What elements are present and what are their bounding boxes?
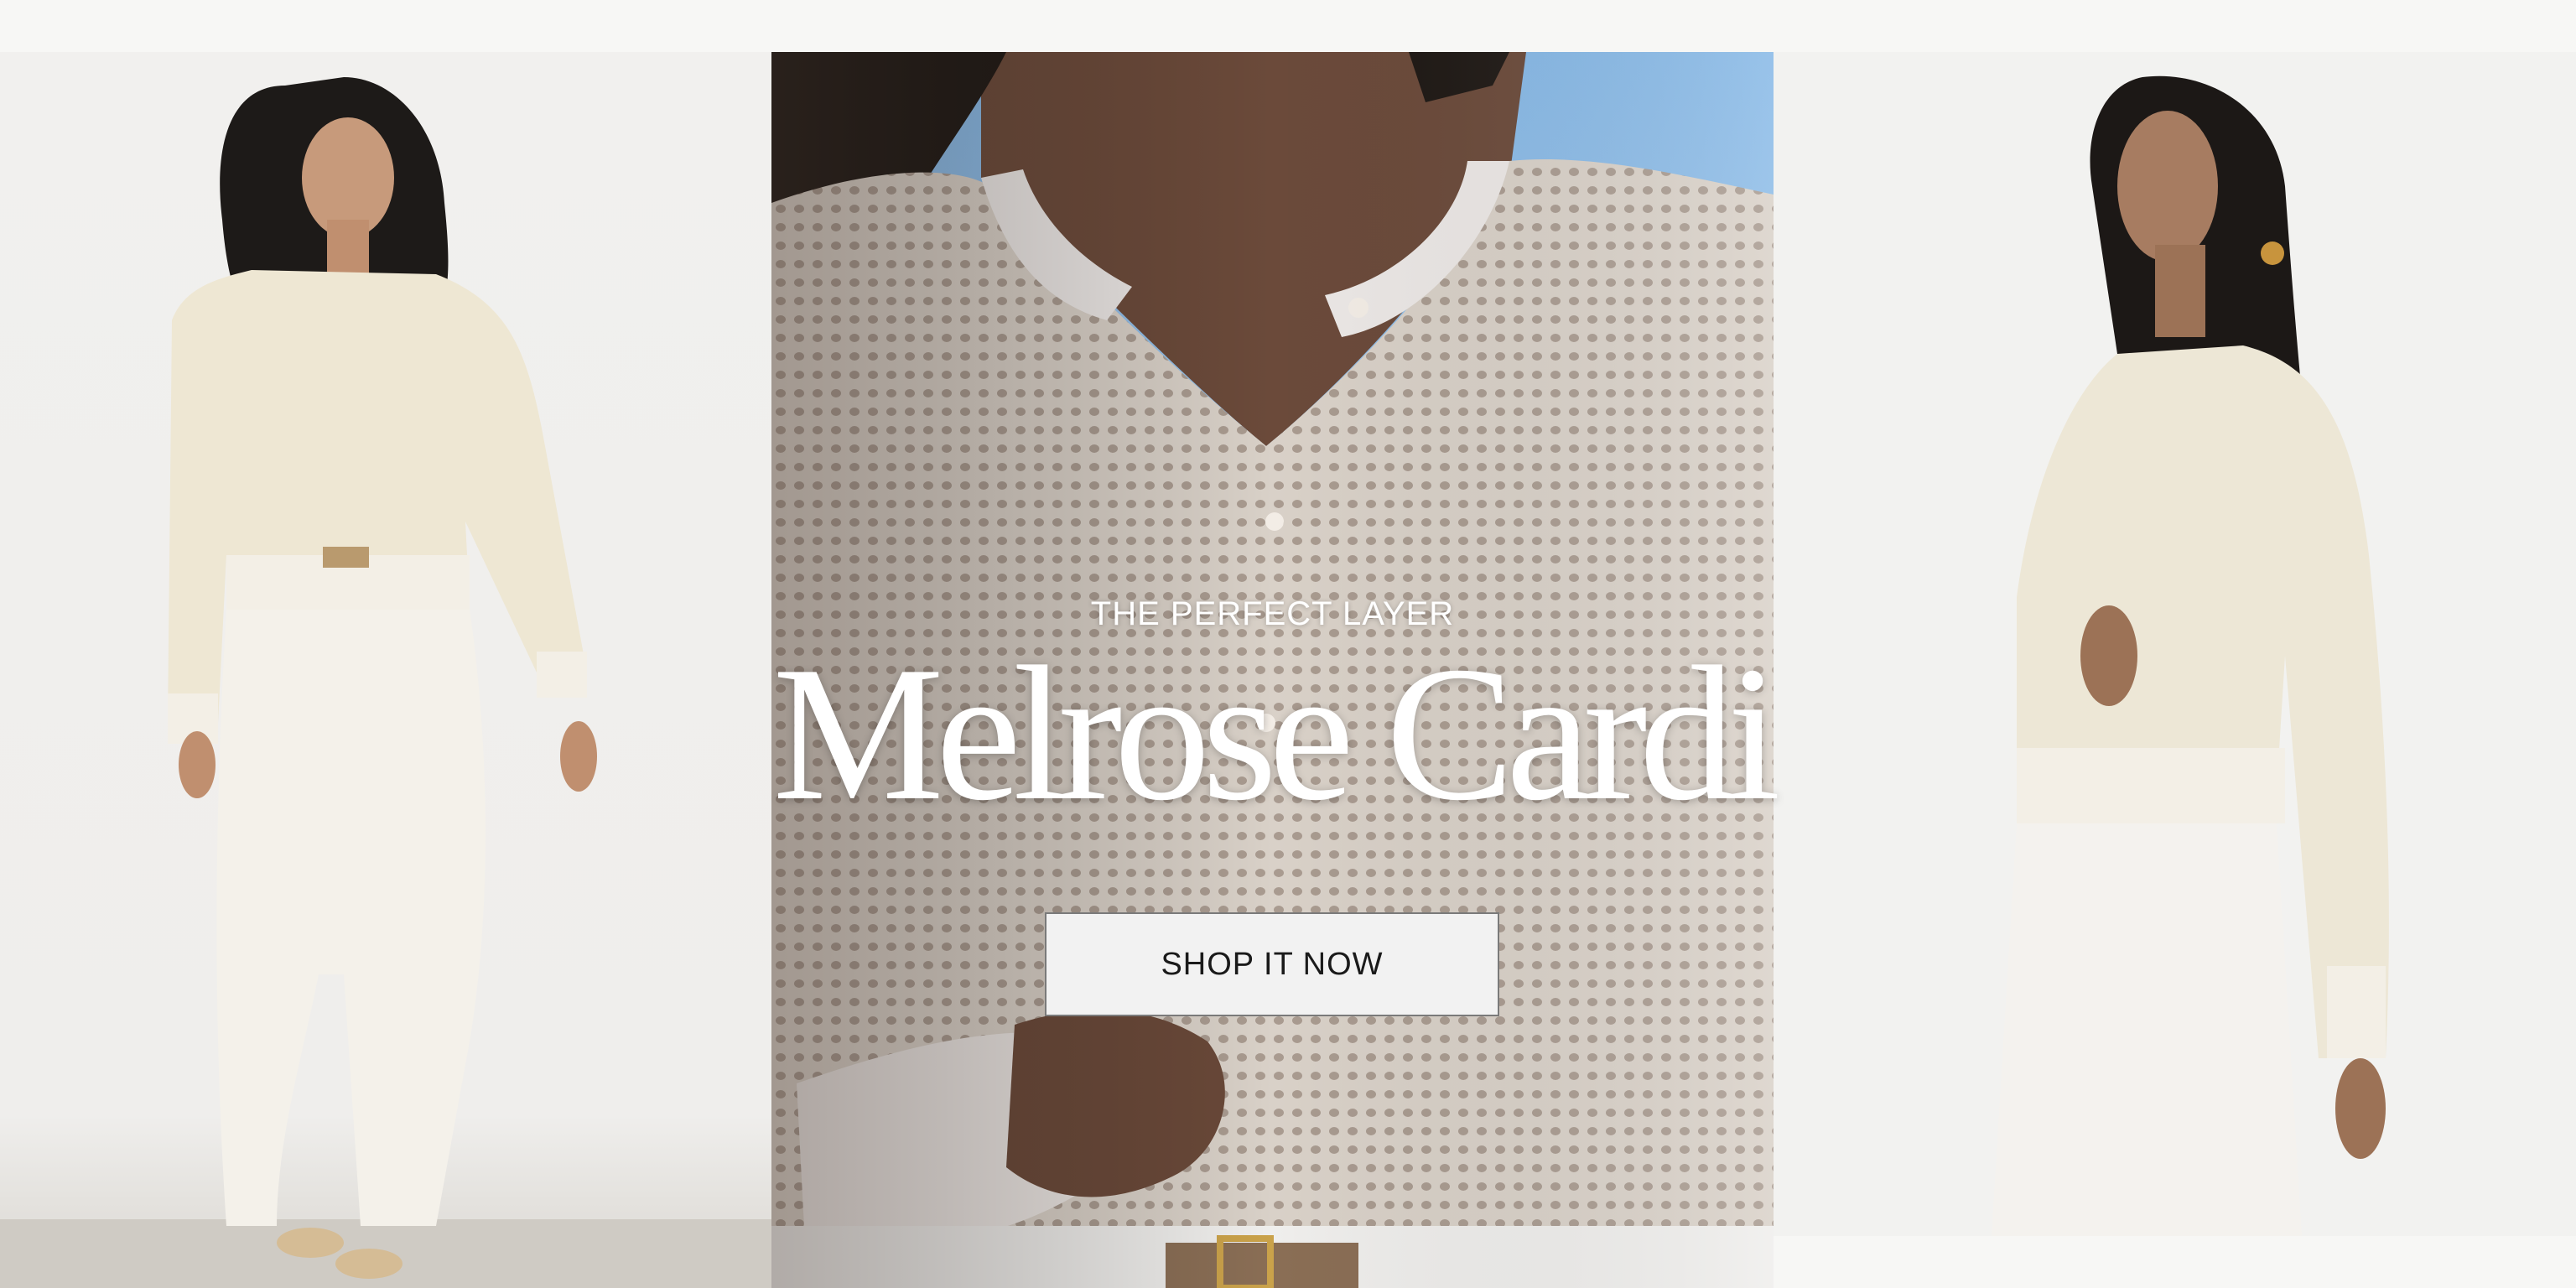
model-side-view-photo[interactable]	[1774, 52, 2576, 1236]
cardigan-closeup-photo[interactable]	[771, 52, 1774, 1288]
shop-it-now-button[interactable]: SHOP IT NOW	[1045, 912, 1499, 1016]
model-front-view-photo[interactable]	[0, 52, 771, 1288]
